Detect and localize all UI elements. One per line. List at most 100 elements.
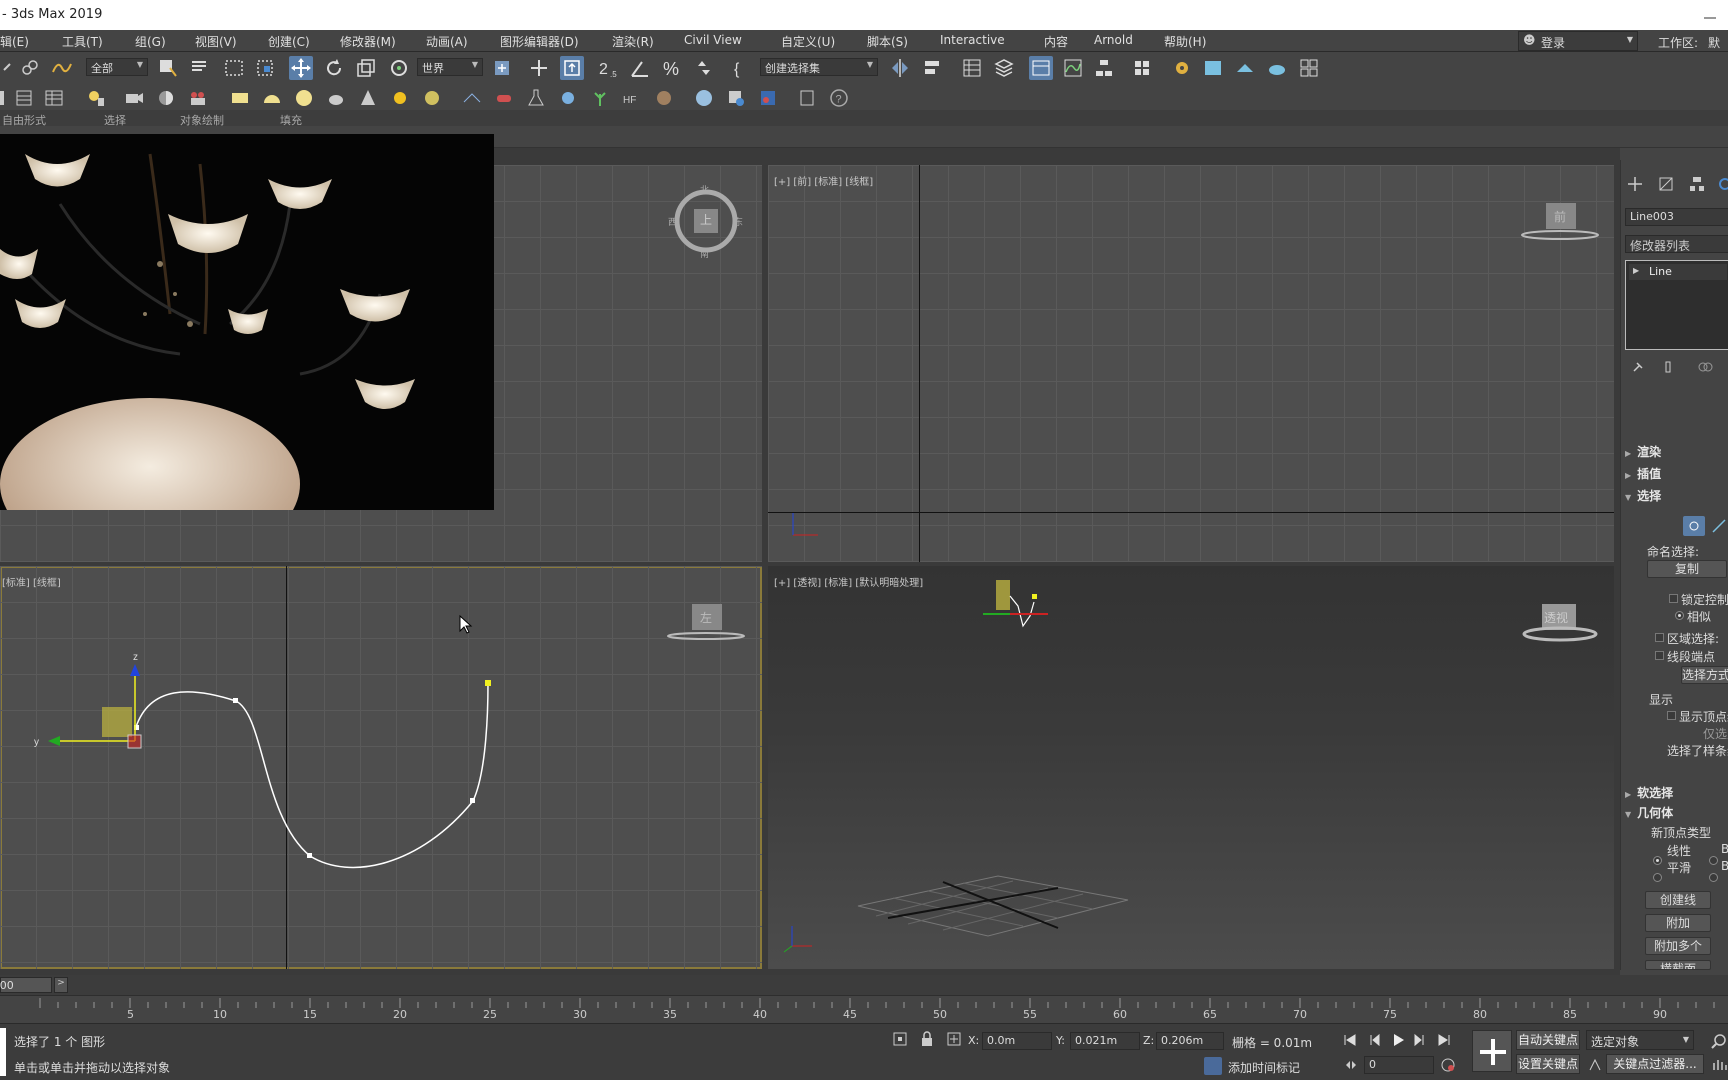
select-by-button[interactable]: 选择方式 [1681, 666, 1728, 684]
help-icon[interactable]: ? [827, 86, 851, 110]
schematic-view-icon[interactable] [1092, 56, 1116, 80]
menu-item-12[interactable]: Interactive [940, 33, 1005, 47]
hair-icon[interactable]: HF [620, 86, 644, 110]
rect-selection-icon[interactable] [222, 56, 246, 80]
pan-icon[interactable] [1710, 1056, 1728, 1074]
key-mode-icon[interactable] [1344, 1057, 1358, 1073]
time-tag-icon[interactable] [1204, 1057, 1222, 1075]
show-end-result-icon[interactable] [1661, 360, 1675, 374]
scale-icon[interactable] [354, 56, 378, 80]
light-lister-icon[interactable] [84, 86, 108, 110]
segment-mode-icon[interactable] [1709, 516, 1728, 536]
lock-handles-checkbox[interactable] [1669, 594, 1678, 603]
keyboard-shortcut-override-icon[interactable] [560, 56, 584, 80]
menu-item-13[interactable]: 内容 [1044, 33, 1068, 50]
viewport-perspective[interactable]: [+] [透视] [标准] [默认明暗处理] 透视 [768, 566, 1614, 969]
sphere-icon[interactable] [292, 86, 316, 110]
viewcube-front[interactable]: 前 [1520, 203, 1600, 243]
maxscript-listener[interactable] [0, 1028, 6, 1076]
shading-icon[interactable] [154, 86, 178, 110]
menu-item-0[interactable]: 辑(E) [0, 33, 29, 50]
key-filters-icon[interactable] [1588, 1056, 1604, 1072]
viewport-label[interactable]: [+] [前] [标准] [线框] [774, 173, 873, 188]
render-setup-icon[interactable] [1170, 56, 1194, 80]
mesh-icon[interactable] [460, 86, 484, 110]
capsule-icon[interactable] [492, 86, 516, 110]
curve-editor-icon[interactable] [1061, 56, 1085, 80]
material-sphere-icon[interactable] [692, 86, 716, 110]
menu-item-15[interactable]: 帮助(H) [1164, 33, 1206, 50]
workspace-value[interactable]: 默 [1708, 34, 1720, 51]
window-crossing-icon[interactable] [254, 56, 278, 80]
rollout-soft-selection[interactable]: ▶ 软选择 [1625, 784, 1728, 802]
gear-icon[interactable] [556, 86, 580, 110]
key-filters-button[interactable]: 关键点过滤器... [1606, 1054, 1704, 1074]
lock-icon[interactable] [920, 1030, 934, 1048]
alike-radio[interactable] [1675, 611, 1684, 620]
smooth-radio[interactable] [1653, 873, 1662, 882]
attach-button[interactable]: 附加 [1645, 914, 1711, 932]
plant-icon[interactable] [588, 86, 612, 110]
viewport-label[interactable]: [+] [透视] [标准] [默认明暗处理] [774, 574, 923, 589]
camera-icon[interactable] [122, 86, 146, 110]
set-key-big-icon[interactable] [1472, 1030, 1512, 1072]
vertex-mode-icon[interactable] [1683, 516, 1705, 536]
menu-item-3[interactable]: 视图(V) [195, 33, 237, 50]
rollout-rendering[interactable]: ▶ 渲染 [1625, 443, 1728, 461]
selection-filter-dropdown[interactable]: 全部 ▼ [86, 58, 148, 76]
hierarchy-tab-icon[interactable] [1687, 174, 1707, 194]
viewcube-perspective[interactable]: 透视 [1520, 604, 1600, 644]
render-gallery-icon[interactable] [1297, 56, 1321, 80]
menu-item-11[interactable]: 脚本(S) [867, 33, 908, 50]
rollout-selection[interactable]: ▼ 选择 [1625, 487, 1728, 505]
auto-key-button[interactable]: 自动关键点 [1516, 1030, 1580, 1050]
render-production-icon[interactable] [1233, 56, 1257, 80]
current-frame-field[interactable]: 0 [1364, 1056, 1434, 1074]
segment-end-checkbox[interactable] [1655, 651, 1664, 660]
rollout-geometry[interactable]: ▼ 几何体 [1625, 804, 1728, 822]
angle-snap-icon[interactable] [628, 56, 652, 80]
move-gizmo[interactable]: z y [20, 646, 170, 766]
flask-icon[interactable] [524, 86, 548, 110]
create-tab-icon[interactable] [1625, 174, 1645, 194]
spinner-snap-icon[interactable] [692, 56, 716, 80]
dome-icon[interactable] [260, 86, 284, 110]
attach-multiple-button[interactable]: 附加多个 [1645, 937, 1711, 955]
minimize-icon[interactable] [1700, 4, 1720, 24]
go-to-end-icon[interactable] [1436, 1032, 1452, 1048]
mirror-icon[interactable] [888, 56, 912, 80]
menu-item-8[interactable]: 渲染(R) [612, 33, 654, 50]
video-camera-icon[interactable] [186, 86, 210, 110]
render-cloud-icon[interactable] [1265, 56, 1289, 80]
toggle-ribbon-icon[interactable] [1029, 56, 1053, 80]
environment-icon[interactable] [756, 86, 780, 110]
menu-item-7[interactable]: 图形编辑器(D) [500, 33, 579, 50]
edit-named-sel-icon[interactable]: { [730, 56, 754, 80]
make-unique-icon[interactable] [1695, 360, 1715, 374]
menu-item-4[interactable]: 创建(C) [268, 33, 310, 50]
viewport-front[interactable]: [+] [前] [标准] [线框] 前 [768, 165, 1614, 562]
rendered-frame-window-icon[interactable] [1201, 56, 1225, 80]
material-editor-icon[interactable] [1130, 56, 1154, 80]
create-line-button[interactable]: 创建线 [1645, 891, 1711, 909]
bind-space-warp-icon[interactable] [50, 56, 74, 80]
placement-icon[interactable] [387, 56, 411, 80]
x-coord-field[interactable]: 0.0m [982, 1032, 1052, 1050]
play-icon[interactable] [1390, 1032, 1406, 1048]
pin-stack-icon[interactable] [1631, 360, 1645, 374]
track-bar[interactable]: 5101520253035404550556065707580859095 [0, 995, 1728, 1023]
named-selection-dropdown[interactable]: 创建选择集 ▼ [760, 58, 878, 76]
list-view-icon[interactable] [12, 86, 36, 110]
ref-coord-dropdown[interactable]: 世界 ▼ [417, 58, 483, 76]
menu-item-1[interactable]: 工具(T) [62, 33, 103, 50]
menu-item-5[interactable]: 修改器(M) [340, 33, 396, 50]
viewcube-top[interactable]: 上 北 西 东 南 [668, 186, 743, 260]
rollout-interpolation[interactable]: ▶ 插值 [1625, 465, 1728, 483]
time-slider-thumb[interactable]: 0 / 100 [0, 977, 52, 993]
sun-icon[interactable] [388, 86, 412, 110]
menu-item-10[interactable]: 自定义(U) [781, 33, 835, 50]
modify-tab-icon[interactable] [1656, 174, 1676, 194]
area-select-checkbox[interactable] [1655, 633, 1664, 642]
show-vertex-checkbox[interactable] [1667, 711, 1676, 720]
move-icon[interactable] [289, 56, 313, 80]
